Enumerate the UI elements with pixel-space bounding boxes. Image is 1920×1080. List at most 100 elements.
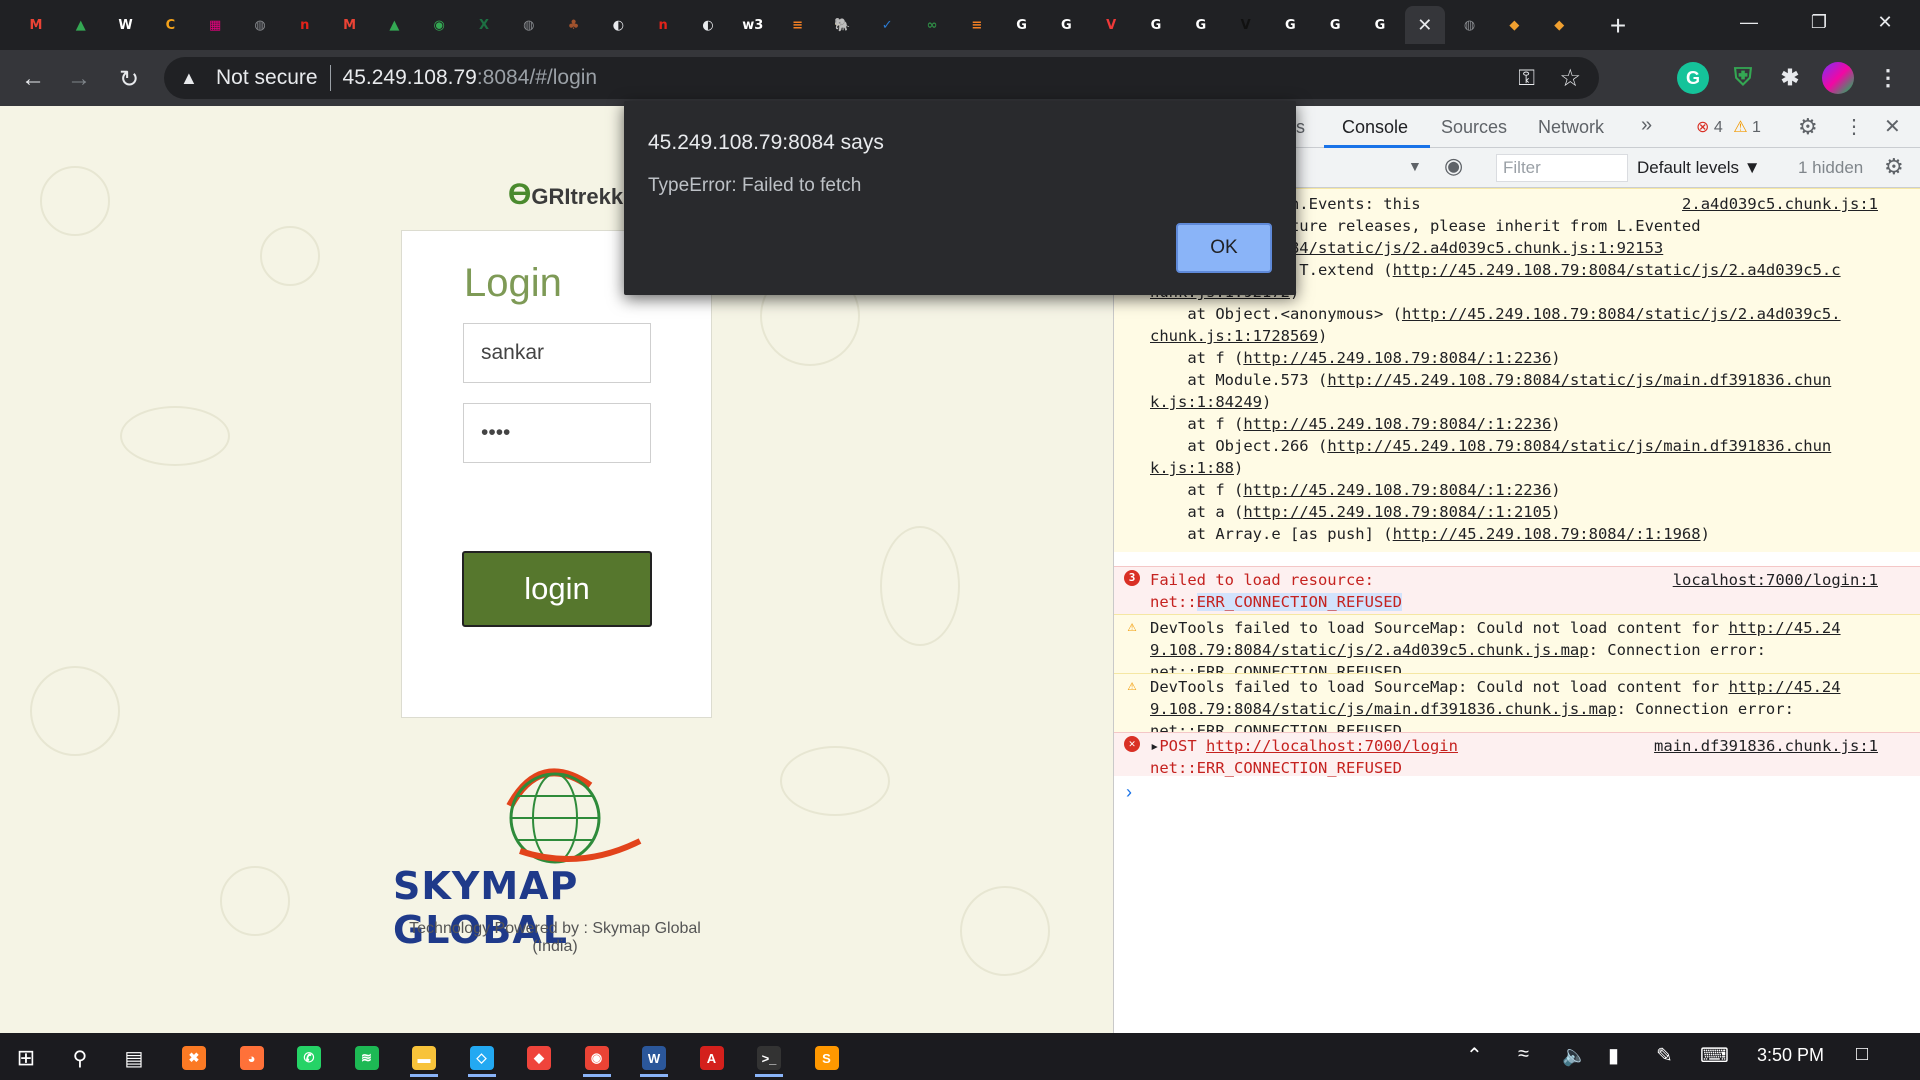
- sourcemap-link[interactable]: 9.108.79:8084/static/js/main.df391836.ch…: [1150, 700, 1617, 718]
- console-settings-icon[interactable]: ⚙: [1884, 154, 1904, 180]
- stack-link[interactable]: http://45.249.108.79:8084/static/js/main…: [1327, 437, 1831, 455]
- browser-tab[interactable]: ◍: [240, 6, 280, 44]
- issue-counts[interactable]: ⊗ 4 ⚠ 1: [1696, 117, 1761, 137]
- grammarly-icon[interactable]: G: [1677, 62, 1709, 94]
- browser-tab[interactable]: 🐘: [822, 6, 862, 44]
- task-view-button[interactable]: ▤: [112, 1039, 156, 1077]
- menu-icon[interactable]: ⋮: [1872, 62, 1904, 94]
- request-url-link[interactable]: http://localhost:7000/login: [1206, 737, 1458, 755]
- browser-tab[interactable]: C: [150, 6, 190, 44]
- taskbar-app[interactable]: >_: [747, 1039, 791, 1077]
- browser-tab[interactable]: ≡: [778, 6, 818, 44]
- browser-tab[interactable]: G: [1360, 6, 1400, 44]
- window-close-button[interactable]: ✕: [1850, 0, 1920, 44]
- sourcemap-link[interactable]: http://45.24: [1729, 619, 1841, 637]
- shield-icon[interactable]: ⛨: [1727, 62, 1759, 94]
- browser-tab[interactable]: ◆: [1494, 6, 1534, 44]
- browser-tab[interactable]: M: [330, 6, 370, 44]
- ok-button[interactable]: OK: [1176, 223, 1272, 273]
- context-dropdown-icon[interactable]: ▼: [1408, 158, 1422, 174]
- browser-tab[interactable]: M: [16, 6, 56, 44]
- minimize-button[interactable]: —: [1714, 0, 1784, 44]
- browser-tab[interactable]: n: [285, 6, 325, 44]
- restore-button[interactable]: ❐: [1784, 0, 1854, 44]
- default-levels-dropdown[interactable]: Default levels ▼: [1637, 158, 1761, 178]
- taskbar-app[interactable]: ✆: [287, 1039, 331, 1077]
- stack-link[interactable]: http://45.249.108.79:8084/:1:1968: [1393, 525, 1701, 543]
- filter-input[interactable]: Filter: [1496, 154, 1628, 182]
- browser-tab[interactable]: ◆: [1539, 6, 1579, 44]
- settings-gear-icon[interactable]: ⚙: [1798, 114, 1818, 140]
- password-field[interactable]: ••••: [463, 403, 651, 463]
- browser-tab[interactable]: w3: [733, 6, 773, 44]
- tray-chevron-icon[interactable]: ⌃: [1466, 1043, 1483, 1068]
- warning-icon[interactable]: ▲: [180, 68, 204, 89]
- more-tabs-button[interactable]: »: [1641, 114, 1652, 137]
- browser-tab[interactable]: V: [1091, 6, 1131, 44]
- browser-tab[interactable]: G: [1046, 6, 1086, 44]
- taskbar-app[interactable]: W: [632, 1039, 676, 1077]
- stack-link[interactable]: http://45.249.108.79:8084/:1:2236: [1243, 481, 1551, 499]
- browser-tab[interactable]: ◍: [1450, 6, 1490, 44]
- taskbar-app[interactable]: S: [805, 1039, 849, 1077]
- browser-tab[interactable]: ♣: [554, 6, 594, 44]
- bookmark-star-icon[interactable]: ☆: [1559, 64, 1581, 93]
- username-field[interactable]: sankar: [463, 323, 651, 383]
- tab-network[interactable]: Network: [1538, 117, 1604, 138]
- browser-tab[interactable]: ∞: [912, 6, 952, 44]
- notifications-icon[interactable]: □: [1856, 1043, 1868, 1066]
- sourcemap-link[interactable]: 9.108.79:8084/static/js/2.a4d039c5.chunk…: [1150, 641, 1589, 659]
- browser-tab[interactable]: ▦: [195, 6, 235, 44]
- source-link[interactable]: 2.a4d039c5.chunk.js:1: [1682, 193, 1878, 215]
- browser-tab[interactable]: V: [1226, 6, 1266, 44]
- pen-icon[interactable]: ✎: [1656, 1043, 1673, 1068]
- eye-icon[interactable]: ◉: [1444, 153, 1463, 179]
- source-link[interactable]: localhost:7000/login:1: [1673, 569, 1878, 591]
- console-prompt[interactable]: ›: [1126, 782, 1132, 803]
- browser-tab[interactable]: ▲: [61, 6, 101, 44]
- browser-tab[interactable]: n: [643, 6, 683, 44]
- clock[interactable]: 3:50 PM: [1757, 1045, 1824, 1066]
- taskbar-app[interactable]: ◉: [575, 1039, 619, 1077]
- browser-tab[interactable]: ◐: [598, 6, 638, 44]
- taskbar-app[interactable]: ▬: [402, 1039, 446, 1077]
- back-button[interactable]: ←: [16, 62, 50, 96]
- stack-link[interactable]: k.js:1:88: [1150, 459, 1234, 477]
- taskbar-app[interactable]: ✖: [172, 1039, 216, 1077]
- stack-link[interactable]: http://45.249.108.79:8084/static/js/2.a4…: [1402, 305, 1841, 323]
- browser-tab[interactable]: ◉: [419, 6, 459, 44]
- extensions-icon[interactable]: ✱: [1774, 62, 1806, 94]
- url-host[interactable]: 45.249.108.79: [343, 66, 477, 90]
- browser-tab[interactable]: G: [1270, 6, 1310, 44]
- avatar[interactable]: [1822, 62, 1854, 94]
- address-bar[interactable]: ▲ Not secure 45.249.108.79 :8084/#/login…: [164, 57, 1599, 99]
- devtools-menu-icon[interactable]: ⋮: [1844, 114, 1864, 139]
- stack-link[interactable]: http://45.249.108.79:8084/:1:2105: [1243, 503, 1551, 521]
- taskbar-app[interactable]: A: [690, 1039, 734, 1077]
- browser-tab[interactable]: G: [1315, 6, 1355, 44]
- source-link[interactable]: main.df391836.chunk.js:1: [1654, 735, 1878, 757]
- browser-tab[interactable]: ◍: [509, 6, 549, 44]
- browser-tab[interactable]: X: [464, 6, 504, 44]
- browser-tab[interactable]: ✕: [1404, 6, 1445, 44]
- volume-icon[interactable]: 🔈: [1562, 1043, 1587, 1068]
- tab-sources[interactable]: Sources: [1441, 117, 1507, 138]
- browser-tab[interactable]: ≡: [957, 6, 997, 44]
- browser-tab[interactable]: G: [1136, 6, 1176, 44]
- expand-triangle-icon[interactable]: ▸: [1150, 737, 1159, 755]
- taskbar-app[interactable]: ≋: [345, 1039, 389, 1077]
- devtools-close-icon[interactable]: ✕: [1884, 114, 1901, 139]
- keyboard-icon[interactable]: ⌨: [1700, 1043, 1729, 1068]
- new-tab-button[interactable]: +: [1600, 8, 1636, 44]
- stack-link[interactable]: http://45.249.108.79:8084/static/js/2.a4…: [1393, 261, 1841, 279]
- browser-tab[interactable]: G: [1181, 6, 1221, 44]
- login-button[interactable]: login: [462, 551, 652, 627]
- taskbar-app[interactable]: ◇: [460, 1039, 504, 1077]
- browser-tab[interactable]: ▲: [374, 6, 414, 44]
- browser-tab[interactable]: ◐: [688, 6, 728, 44]
- taskbar-app[interactable]: ◕: [230, 1039, 274, 1077]
- browser-tab[interactable]: ✓: [867, 6, 907, 44]
- reload-button[interactable]: ↻: [112, 62, 146, 96]
- stack-link[interactable]: http://45.249.108.79:8084/:1:2236: [1243, 415, 1551, 433]
- battery-icon[interactable]: ▮: [1608, 1043, 1619, 1068]
